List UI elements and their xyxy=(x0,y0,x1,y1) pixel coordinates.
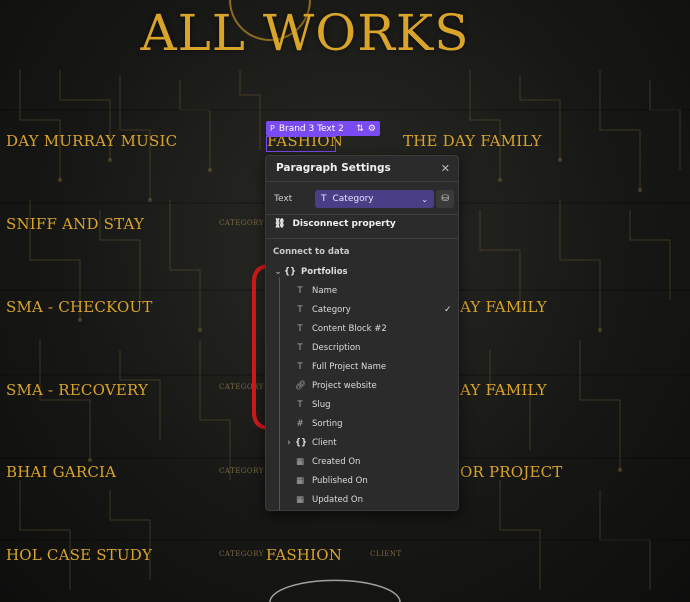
tree-item-project-website[interactable]: 🔗︎ Project website xyxy=(295,376,377,395)
selected-element-label: Brand 3 Text 2 xyxy=(278,123,344,134)
tree-guide xyxy=(279,277,280,510)
tree-item-label: Client xyxy=(312,437,337,448)
disconnect-property-button[interactable]: ⛓ Disconnect property xyxy=(274,219,396,229)
client-label: CLIENT xyxy=(370,550,402,558)
connect-to-data-heading: Connect to data xyxy=(273,247,350,257)
text-type-icon: T xyxy=(297,285,303,296)
text-type-icon: T xyxy=(297,342,303,353)
tree-item-published-on[interactable]: ▦ Published On xyxy=(295,471,368,490)
category-label: CATEGORY xyxy=(219,219,264,227)
binding-select[interactable]: T Category ⌄ xyxy=(315,190,434,208)
text-type-icon: T xyxy=(297,361,303,372)
tree-item-category[interactable]: T Category ✓ xyxy=(295,300,455,319)
chevron-right-icon: › xyxy=(287,437,291,448)
braces-icon: {} xyxy=(284,266,297,277)
tree-item-sorting[interactable]: # Sorting xyxy=(295,414,343,433)
tree-item-label: Name xyxy=(312,285,338,296)
text-type-icon: T xyxy=(297,304,303,315)
category-label: CATEGORY xyxy=(219,467,264,475)
text-type-icon: T xyxy=(297,323,303,334)
work-client[interactable]: The Day Family xyxy=(403,132,542,150)
tree-item-slug[interactable]: T Slug xyxy=(295,395,331,414)
link-icon: 🔗︎ xyxy=(295,380,306,391)
calendar-icon: ▦ xyxy=(295,494,305,505)
page-title: All Works xyxy=(140,4,470,62)
tree-item-label: Category xyxy=(312,304,351,315)
tree-item-label: Full Project Name xyxy=(312,361,387,372)
work-title[interactable]: Sniff and Stay xyxy=(6,215,144,233)
tree-item-content-block[interactable]: T Content Block #2 xyxy=(295,319,387,338)
tree-item-description[interactable]: T Description xyxy=(295,338,360,357)
panel-title: Paragraph Settings xyxy=(276,162,391,174)
tree-item-label: Project website xyxy=(312,380,377,391)
tree-item-label: Portfolios xyxy=(301,266,348,277)
tree-item-label: Created On xyxy=(312,456,361,467)
tree-item-label: Slug xyxy=(312,399,331,410)
work-category[interactable]: Fashion xyxy=(266,546,342,564)
calendar-icon: ▦ xyxy=(295,475,305,486)
tree-item-label: Description xyxy=(312,342,361,353)
move-icon[interactable]: ⇅ xyxy=(356,124,364,134)
tree-item-name[interactable]: T Name xyxy=(295,281,337,300)
close-icon[interactable]: ✕ xyxy=(441,162,450,175)
tree-item-created-on[interactable]: ▦ Created On xyxy=(295,452,360,471)
chevron-down-icon: ⌄ xyxy=(421,194,428,204)
divider xyxy=(266,181,458,182)
tree-item-label: Content Block #2 xyxy=(312,323,387,334)
disconnect-label: Disconnect property xyxy=(292,219,396,229)
tree-item-updated-on[interactable]: ▦ Updated On xyxy=(295,490,363,509)
divider xyxy=(266,214,458,215)
chevron-down-icon: ⌄ xyxy=(274,266,282,277)
tree-item-label: Updated On xyxy=(312,494,363,505)
work-title[interactable]: SMA - Checkout xyxy=(6,298,153,316)
calendar-icon: ▦ xyxy=(295,456,305,467)
gear-icon[interactable]: ⚙ xyxy=(368,124,376,134)
text-field-label: Text xyxy=(274,194,293,204)
tree-item-label: Published On xyxy=(312,475,368,486)
hash-icon: # xyxy=(296,418,304,429)
work-client[interactable]: or Project xyxy=(460,463,563,481)
work-title[interactable]: SMA - Recovery xyxy=(6,381,148,399)
work-title[interactable]: HOL Case Study xyxy=(6,546,152,564)
braces-icon: {} xyxy=(295,437,308,448)
text-type-icon: T xyxy=(321,194,327,204)
unlink-icon: ⛓ xyxy=(274,219,286,229)
work-client[interactable]: ay Family xyxy=(460,381,547,399)
check-icon: ✓ xyxy=(444,304,452,315)
text-type-icon: T xyxy=(297,399,303,410)
work-title[interactable]: Day Murray Music xyxy=(6,132,177,150)
database-icon[interactable]: ⛁ xyxy=(436,190,454,208)
binding-value: Category xyxy=(332,194,374,204)
paragraph-type-icon: P xyxy=(270,124,275,133)
selected-element-outline xyxy=(266,136,336,152)
work-title[interactable]: Bhai Garcia xyxy=(6,463,116,481)
tree-item-full-project-name[interactable]: T Full Project Name xyxy=(295,357,386,376)
tree-item-label: Sorting xyxy=(312,418,343,429)
tree-group-portfolios[interactable]: ⌄ {} Portfolios xyxy=(273,262,348,281)
tree-group-client[interactable]: › {} Client xyxy=(284,433,337,452)
paragraph-settings-panel: Paragraph Settings ✕ Text T Category ⌄ ⛁… xyxy=(265,155,459,511)
work-client[interactable]: ay Family xyxy=(460,298,547,316)
element-selection-badge[interactable]: P Brand 3 Text 2 ⇅ ⚙ xyxy=(266,121,380,136)
divider xyxy=(266,238,458,239)
category-label: CATEGORY xyxy=(219,550,264,558)
